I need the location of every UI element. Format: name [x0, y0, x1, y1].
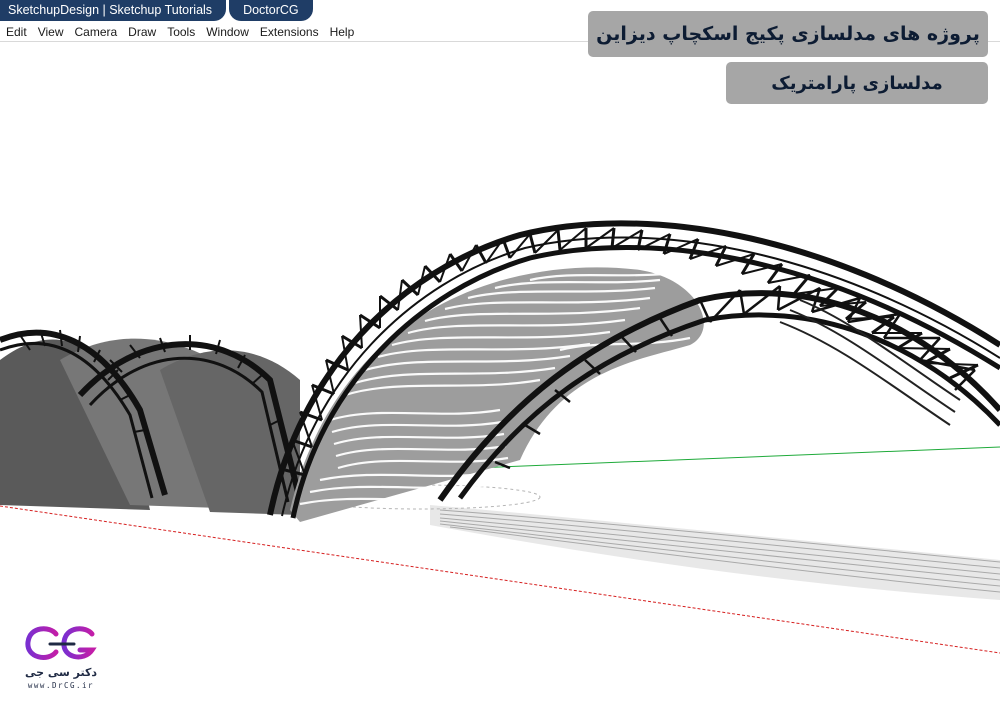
menu-tools[interactable]: Tools — [161, 25, 200, 39]
model-scene — [0, 220, 1000, 654]
menu-edit[interactable]: Edit — [0, 25, 32, 39]
drcg-logo-mark — [25, 626, 97, 660]
project-title: پروژه های مدلسازی پکیج اسکچاپ دیزاین — [588, 11, 988, 57]
main-arch-roof — [290, 267, 704, 522]
tab-bar: SketchupDesign | Sketchup Tutorials Doct… — [0, 0, 316, 22]
background-shells — [0, 329, 303, 515]
tab-sketchup-design[interactable]: SketchupDesign | Sketchup Tutorials — [0, 0, 227, 21]
menu-view[interactable]: View — [32, 25, 69, 39]
tab-doctorcg[interactable]: DoctorCG — [229, 0, 313, 21]
logo-name: دکتر سی جی — [24, 666, 98, 679]
project-subtitle: مدلسازی پارامتریک — [726, 62, 988, 104]
drcg-logo: دکتر سی جی www.DrCG.ir — [14, 622, 108, 696]
menu-draw[interactable]: Draw — [122, 25, 161, 39]
menu-camera[interactable]: Camera — [68, 25, 122, 39]
menu-help[interactable]: Help — [324, 25, 360, 39]
logo-url: www.DrCG.ir — [27, 681, 95, 690]
menu-extensions[interactable]: Extensions — [254, 25, 324, 39]
model-viewport[interactable] — [0, 43, 1000, 707]
menu-window[interactable]: Window — [200, 25, 254, 39]
